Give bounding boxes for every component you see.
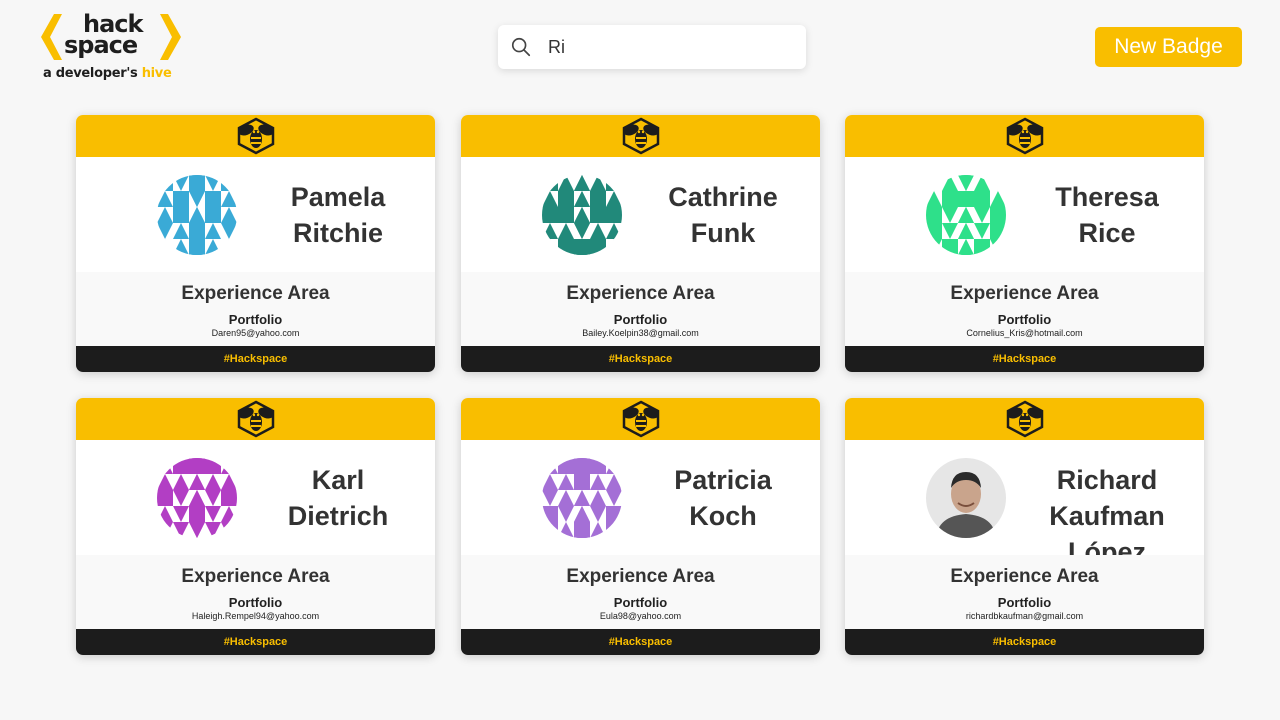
portfolio-label: Portfolio: [997, 595, 1052, 610]
badge-email: Cornelius_Kris@hotmail.com: [966, 328, 1083, 338]
badge-first-name: Karl: [311, 465, 365, 495]
badge-info: Experience Area Portfolio Bailey.Koelpin38…: [461, 272, 820, 346]
badge-name: Pamela Ritchie: [241, 179, 435, 251]
badge-card[interactable]: Cathrine Funk Experience Area Portfolio Bail…: [461, 115, 820, 372]
logo-tagline: a developer's hive: [43, 66, 172, 81]
badge-name: Patricia Koch: [626, 462, 820, 534]
experience-area: Experience Area: [566, 566, 715, 587]
portfolio-label: Portfolio: [997, 312, 1052, 327]
badge-body: Pamela Ritchie: [76, 157, 435, 272]
badge-header: [845, 398, 1204, 440]
badge-name: Richard Kaufman López: [1010, 462, 1204, 570]
badge-email: Haleigh.Rempel94@yahoo.com: [191, 611, 320, 621]
avatar: [542, 175, 622, 255]
badge-header: [461, 115, 820, 157]
avatar-identicon: [926, 175, 1006, 255]
badge-footer-tag: #Hackspace: [845, 346, 1204, 372]
avatar-identicon: [157, 458, 237, 538]
badge-card[interactable]: Karl Dietrich Experience Area Portfolio Hale…: [76, 398, 435, 655]
bee-logo-icon: [1006, 400, 1043, 438]
badge-body: Theresa Rice: [845, 157, 1204, 272]
badge-footer-tag: #Hackspace: [76, 629, 435, 655]
avatar: [157, 175, 237, 255]
bee-logo-icon: [237, 400, 274, 438]
badge-card[interactable]: Theresa Rice Experience Area Portfolio Corne…: [845, 115, 1204, 372]
badge-email: Eula98@yahoo.com: [599, 611, 682, 621]
experience-area: Experience Area: [566, 283, 715, 304]
logo-tagline-hive: hive: [141, 66, 172, 81]
badge-email: richardbkaufman@gmail.com: [965, 611, 1084, 621]
badge-email: Daren95@yahoo.com: [211, 328, 300, 338]
badge-info: Experience Area Portfolio Daren95@yahoo.co…: [76, 272, 435, 346]
bee-logo-icon: [622, 117, 659, 155]
badge-header: [76, 398, 435, 440]
search-icon: [511, 37, 531, 57]
badge-first-name: Pamela: [290, 182, 386, 212]
badge-card[interactable]: Pamela Ritchie Experience Area Portfolio Dar…: [76, 115, 435, 372]
avatar-identicon: [157, 175, 237, 255]
badge-name: Cathrine Funk: [626, 179, 820, 251]
badge-name: Karl Dietrich: [241, 462, 435, 534]
experience-area: Experience Area: [950, 566, 1099, 587]
badge-header: [461, 398, 820, 440]
badge-footer-tag: #Hackspace: [461, 346, 820, 372]
bee-logo-icon: [237, 117, 274, 155]
badge-info: Experience Area Portfolio Haleigh.Rempel94…: [76, 555, 435, 629]
bee-logo-icon: [1006, 117, 1043, 155]
badge-body: Karl Dietrich: [76, 440, 435, 555]
badge-info: Experience Area Portfolio richardbkaufman@…: [845, 555, 1204, 629]
badge-card[interactable]: Patricia Koch Experience Area Portfolio Eula…: [461, 398, 820, 655]
badge-header: [76, 115, 435, 157]
avatar: [926, 458, 1006, 538]
badge-info: Experience Area Portfolio Eula98@yahoo.com: [461, 555, 820, 629]
badge-last-name: Rice: [1078, 218, 1136, 248]
badge-footer-tag: #Hackspace: [845, 629, 1204, 655]
badge-email: Bailey.Koelpin38@gmail.com: [582, 328, 699, 338]
badge-first-name: Cathrine: [668, 182, 778, 212]
badge-first-name: Patricia: [674, 465, 772, 495]
search-box[interactable]: [498, 25, 806, 69]
avatar: [157, 458, 237, 538]
badge-body: Richard Kaufman López: [845, 440, 1204, 567]
hackspace-logo[interactable]: hack space a developer's hive: [40, 12, 182, 82]
avatar: [542, 458, 622, 538]
badge-first-name: Richard: [1056, 465, 1158, 495]
avatar-photo: [926, 458, 1006, 538]
badge-info: Experience Area Portfolio Cornelius_Kris@h…: [845, 272, 1204, 346]
badge-first-name: Theresa: [1055, 182, 1159, 212]
portfolio-label: Portfolio: [228, 312, 283, 327]
badge-name: Theresa Rice: [1010, 179, 1204, 251]
badge-last-name: Funk: [690, 218, 756, 248]
badge-footer-tag: #Hackspace: [461, 629, 820, 655]
badge-last-name: Ritchie: [292, 218, 384, 248]
avatar-identicon: [542, 458, 622, 538]
avatar: [926, 175, 1006, 255]
search-input[interactable]: [546, 35, 790, 59]
avatar-identicon: [542, 175, 622, 255]
new-badge-button[interactable]: New Badge: [1095, 27, 1242, 67]
portfolio-label: Portfolio: [228, 595, 283, 610]
badge-header: [845, 115, 1204, 157]
badge-body: Patricia Koch: [461, 440, 820, 555]
badge-last-name: Dietrich: [287, 501, 389, 531]
experience-area: Experience Area: [950, 283, 1099, 304]
bee-logo-icon: [622, 400, 659, 438]
logo-text-line2: space: [64, 31, 138, 59]
badge-last-name: Koch: [689, 501, 757, 531]
badge-footer-tag: #Hackspace: [76, 346, 435, 372]
experience-area: Experience Area: [181, 566, 330, 587]
logo-tagline-prefix: a developer's: [43, 66, 142, 81]
badge-card[interactable]: Richard Kaufman López Experience Area Portf…: [845, 398, 1204, 655]
portfolio-label: Portfolio: [613, 312, 668, 327]
portfolio-label: Portfolio: [613, 595, 668, 610]
experience-area: Experience Area: [181, 283, 330, 304]
badge-body: Cathrine Funk: [461, 157, 820, 272]
